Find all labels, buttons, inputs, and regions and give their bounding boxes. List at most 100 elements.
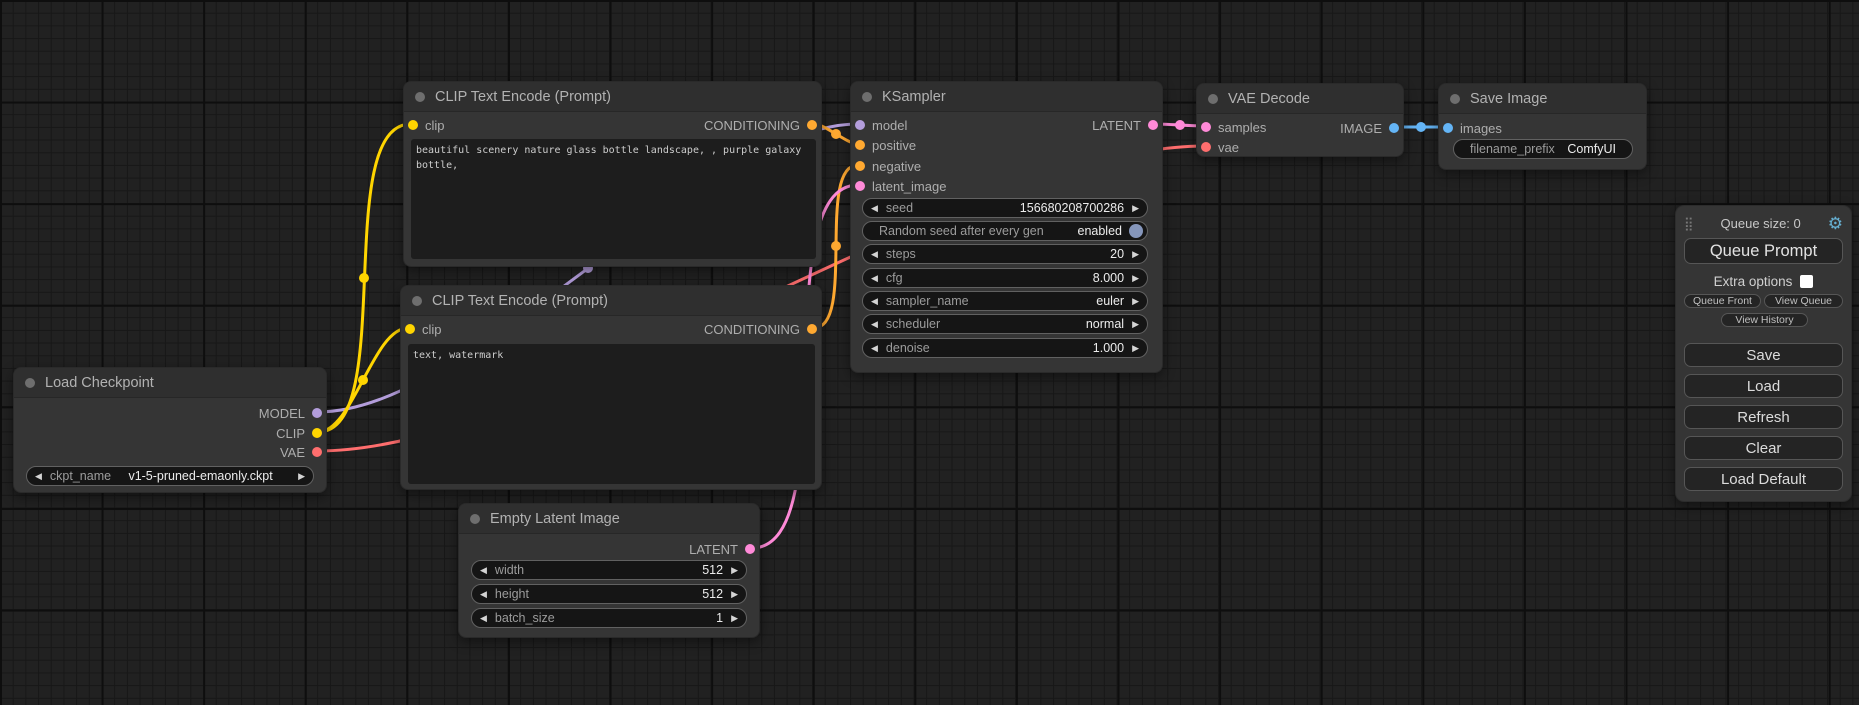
output-slot-vae[interactable]: VAE	[280, 442, 322, 462]
widget-denoise[interactable]: ◀ denoise 1.000 ▶	[862, 338, 1148, 358]
queue-prompt-button[interactable]: Queue Prompt	[1684, 238, 1843, 264]
collapse-dot-icon[interactable]	[470, 514, 480, 524]
right-arrow-icon[interactable]: ▶	[290, 467, 313, 485]
settings-gear-icon[interactable]: ⚙	[1828, 215, 1843, 232]
node-title-bar[interactable]: CLIP Text Encode (Prompt)	[401, 286, 821, 316]
input-slot-model[interactable]: model	[855, 115, 907, 135]
prompt-textarea[interactable]: text, watermark	[408, 344, 815, 484]
output-slot-latent[interactable]: LATENT	[689, 539, 755, 559]
slot-dot[interactable]	[807, 324, 817, 334]
output-slot-conditioning[interactable]: CONDITIONING	[704, 115, 817, 135]
right-arrow-icon[interactable]: ▶	[1124, 245, 1147, 263]
refresh-button[interactable]: Refresh	[1684, 405, 1843, 429]
slot-dot[interactable]	[745, 544, 755, 554]
widget-width[interactable]: ◀ width 512 ▶	[471, 560, 747, 580]
right-arrow-icon[interactable]: ▶	[723, 561, 746, 579]
right-arrow-icon[interactable]: ▶	[723, 609, 746, 627]
collapse-dot-icon[interactable]	[25, 378, 35, 388]
slot-dot[interactable]	[855, 181, 865, 191]
node-empty-latent-image[interactable]: Empty Latent Image LATENT ◀ width 512 ▶ …	[458, 503, 760, 638]
load-default-button[interactable]: Load Default	[1684, 467, 1843, 491]
extra-options-checkbox[interactable]	[1800, 275, 1813, 288]
node-title-bar[interactable]: CLIP Text Encode (Prompt)	[404, 82, 821, 112]
node-title-bar[interactable]: Empty Latent Image	[459, 504, 759, 534]
input-slot-vae[interactable]: vae	[1201, 137, 1239, 157]
left-arrow-icon[interactable]: ◀	[863, 315, 886, 333]
node-clip-text-encode-positive[interactable]: CLIP Text Encode (Prompt) clip CONDITION…	[403, 81, 822, 267]
right-arrow-icon[interactable]: ▶	[1124, 199, 1147, 217]
right-arrow-icon[interactable]: ▶	[1124, 292, 1147, 310]
slot-dot[interactable]	[1148, 120, 1158, 130]
node-graph-canvas[interactable]: Load Checkpoint MODEL CLIP VAE ◀ ckpt_na…	[0, 0, 1859, 705]
load-button[interactable]: Load	[1684, 374, 1843, 398]
slot-dot[interactable]	[312, 447, 322, 457]
slot-dot[interactable]	[405, 324, 415, 334]
input-slot-latent-image[interactable]: latent_image	[855, 176, 946, 196]
widget-random-seed-toggle[interactable]: Random seed after every gen enabled	[862, 221, 1148, 241]
view-queue-button[interactable]: View Queue	[1764, 294, 1843, 308]
input-slot-clip[interactable]: clip	[408, 115, 445, 135]
left-arrow-icon[interactable]: ◀	[472, 609, 495, 627]
toggle-knob-icon[interactable]	[1129, 224, 1143, 238]
node-save-image[interactable]: Save Image images filename_prefix ComfyU…	[1438, 83, 1647, 170]
slot-dot[interactable]	[1389, 123, 1399, 133]
collapse-dot-icon[interactable]	[1450, 94, 1460, 104]
widget-cfg[interactable]: ◀ cfg 8.000 ▶	[862, 268, 1148, 288]
slot-dot[interactable]	[312, 408, 322, 418]
slot-dot[interactable]	[855, 140, 865, 150]
widget-batch-size[interactable]: ◀ batch_size 1 ▶	[471, 608, 747, 628]
collapse-dot-icon[interactable]	[412, 296, 422, 306]
prompt-textarea[interactable]: beautiful scenery nature glass bottle la…	[411, 139, 816, 259]
slot-dot[interactable]	[312, 428, 322, 438]
node-title-bar[interactable]: Load Checkpoint	[14, 368, 326, 398]
slot-dot[interactable]	[1443, 123, 1453, 133]
output-slot-latent[interactable]: LATENT	[1092, 115, 1158, 135]
collapse-dot-icon[interactable]	[415, 92, 425, 102]
input-slot-samples[interactable]: samples	[1201, 117, 1266, 137]
widget-height[interactable]: ◀ height 512 ▶	[471, 584, 747, 604]
node-ksampler[interactable]: KSampler model positive negative latent_…	[850, 81, 1163, 373]
collapse-dot-icon[interactable]	[862, 92, 872, 102]
clear-button[interactable]: Clear	[1684, 436, 1843, 460]
collapse-dot-icon[interactable]	[1208, 94, 1218, 104]
slot-dot[interactable]	[855, 161, 865, 171]
output-slot-conditioning[interactable]: CONDITIONING	[704, 319, 817, 339]
widget-sampler-name[interactable]: ◀ sampler_name euler ▶	[862, 291, 1148, 311]
slot-dot[interactable]	[1201, 142, 1211, 152]
output-slot-model[interactable]: MODEL	[259, 403, 322, 423]
input-slot-negative[interactable]: negative	[855, 156, 921, 176]
panel-drag-handle-icon[interactable]: ⣿	[1684, 217, 1694, 230]
right-arrow-icon[interactable]: ▶	[1124, 339, 1147, 357]
node-load-checkpoint[interactable]: Load Checkpoint MODEL CLIP VAE ◀ ckpt_na…	[13, 367, 327, 493]
node-title-bar[interactable]: KSampler	[851, 82, 1162, 112]
left-arrow-icon[interactable]: ◀	[472, 585, 495, 603]
left-arrow-icon[interactable]: ◀	[27, 467, 50, 485]
slot-dot[interactable]	[855, 120, 865, 130]
queue-front-button[interactable]: Queue Front	[1684, 294, 1761, 308]
input-slot-positive[interactable]: positive	[855, 135, 916, 155]
output-slot-image[interactable]: IMAGE	[1340, 118, 1399, 138]
widget-seed[interactable]: ◀ seed 156680208700286 ▶	[862, 198, 1148, 218]
save-button[interactable]: Save	[1684, 343, 1843, 367]
left-arrow-icon[interactable]: ◀	[863, 292, 886, 310]
widget-steps[interactable]: ◀ steps 20 ▶	[862, 244, 1148, 264]
node-clip-text-encode-negative[interactable]: CLIP Text Encode (Prompt) clip CONDITION…	[400, 285, 822, 490]
widget-filename-prefix[interactable]: filename_prefix ComfyUI	[1453, 139, 1633, 159]
widget-ckpt-name[interactable]: ◀ ckpt_name v1-5-pruned-emaonly.ckpt ▶	[26, 466, 314, 486]
left-arrow-icon[interactable]: ◀	[863, 245, 886, 263]
slot-dot[interactable]	[1201, 122, 1211, 132]
node-title-bar[interactable]: Save Image	[1439, 84, 1646, 114]
view-history-button[interactable]: View History	[1721, 313, 1808, 327]
slot-dot[interactable]	[408, 120, 418, 130]
input-slot-images[interactable]: images	[1443, 118, 1502, 138]
slot-dot[interactable]	[807, 120, 817, 130]
node-vae-decode[interactable]: VAE Decode samples vae IMAGE	[1196, 83, 1404, 157]
node-title-bar[interactable]: VAE Decode	[1197, 84, 1403, 114]
output-slot-clip[interactable]: CLIP	[276, 423, 322, 443]
right-arrow-icon[interactable]: ▶	[1124, 269, 1147, 287]
right-arrow-icon[interactable]: ▶	[1124, 315, 1147, 333]
input-slot-clip[interactable]: clip	[405, 319, 442, 339]
left-arrow-icon[interactable]: ◀	[863, 269, 886, 287]
left-arrow-icon[interactable]: ◀	[863, 199, 886, 217]
right-arrow-icon[interactable]: ▶	[723, 585, 746, 603]
